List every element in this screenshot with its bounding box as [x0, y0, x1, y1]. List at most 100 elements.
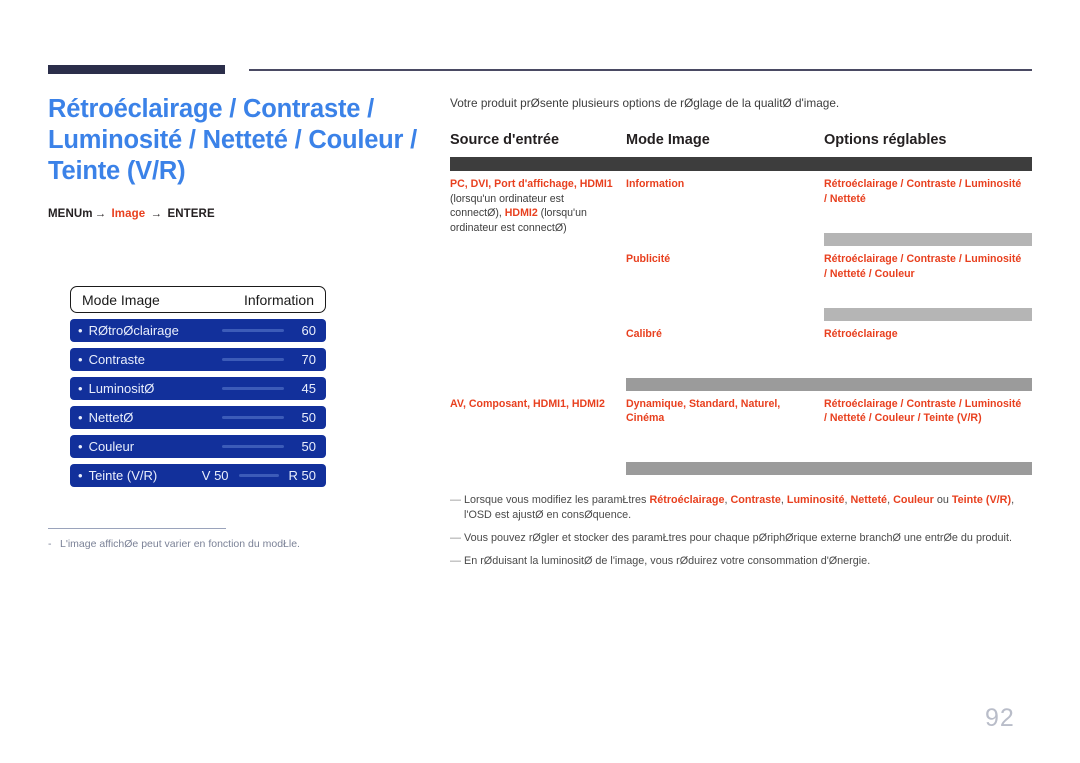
note-highlight: Couleur [893, 493, 934, 506]
osd-row-value: R 50 [288, 468, 316, 483]
mode-name: Publicité [626, 253, 671, 265]
mode-name: Dynamique, Standard, Naturel, Cinéma [626, 397, 781, 425]
osd-header-right-value: Information [243, 291, 314, 308]
osd-row-slider[interactable] [222, 445, 284, 448]
note-highlight: Netteté [850, 493, 888, 506]
column-header-source: Source d'entrée [450, 132, 560, 148]
osd-row[interactable]: • Teinte (V/R) V 50 R 50 [70, 464, 326, 487]
menu-button-glyph: m [82, 208, 93, 220]
osd-row[interactable]: • LuminositØ 45 [70, 377, 326, 400]
menu-path-image-label: Image [111, 208, 146, 220]
source-token: DVI [470, 178, 489, 190]
option-name: Rétroéclairage [824, 328, 898, 340]
intro-paragraph: Votre produit prØsente plusieurs options… [450, 96, 840, 110]
column-header-options: Options réglables [824, 132, 947, 148]
osd-row-value: 50 [301, 410, 316, 425]
source-token: PC [450, 178, 465, 190]
note-highlight: Rétroéclairage [649, 493, 725, 506]
osd-row[interactable]: • NettetØ 50 [70, 406, 326, 429]
cell-options: Rétroéclairage / Contraste / Luminosité … [824, 171, 1032, 212]
page-number: 92 [985, 704, 1015, 732]
note-text: En rØduisant la luminositØ de l'image, v… [464, 554, 1040, 569]
osd-row-slider[interactable] [222, 329, 284, 332]
notes-list: — Lorsque vous modifiez les paramŁtres Ré… [450, 493, 1040, 569]
osd-row-slider[interactable] [222, 416, 284, 419]
option-separator: / [955, 253, 965, 265]
osd-row-label: LuminositØ [88, 381, 155, 396]
source-token: HDMI2 [571, 397, 605, 410]
note-dash-icon: — [450, 554, 461, 567]
menu-path-arrow-2: → [150, 208, 163, 220]
osd-row-label: RØtroØclairage [88, 323, 179, 338]
option-name: Contraste [906, 397, 956, 410]
option-separator: / [865, 267, 875, 280]
note-item: — Lorsque vous modifiez les paramŁtres Ré… [450, 493, 1040, 523]
option-name: Contraste [906, 178, 956, 190]
cell-source: AV, Composant, HDMI1, HDMI2 [450, 391, 626, 475]
table-divider [450, 157, 1032, 171]
osd-row-list: • RØtroØclairage 60 • Contraste 70 • LuminositØ… [70, 319, 326, 487]
option-name: Netteté [829, 412, 866, 424]
cell-mode: Information [626, 171, 824, 212]
osd-row-label: Contraste [88, 352, 145, 367]
option-name: Netteté [829, 267, 866, 280]
footnote-dash: - [48, 538, 52, 550]
bullet-icon: • [78, 381, 83, 396]
left-column: Rétroéclairage / Contraste / Luminosité … [48, 94, 418, 220]
bullet-icon: • [78, 410, 83, 425]
osd-header-left-label: Mode Image [82, 291, 160, 308]
note-text: Lorsque vous modifiez les paramŁtres Rét… [464, 493, 1040, 523]
source-token: HDMI1 [579, 178, 613, 190]
cell-options: Rétroéclairage [824, 321, 1032, 348]
note-plain: En rØduisant la luminositØ de l'image, v… [464, 554, 871, 567]
cell-mode: Dynamique, Standard, Naturel, Cinéma [626, 391, 824, 432]
osd-row-value: 45 [301, 381, 316, 396]
cell-options: Rétroéclairage / Contraste / Luminosité … [824, 391, 1032, 432]
table-header-row: Source d'entrée Mode Image Options régla… [450, 132, 1032, 157]
source-token: Port d'affichage [494, 178, 574, 190]
page-title: Rétroéclairage / Contraste / Luminosité … [48, 95, 418, 185]
header-accent-bar [48, 65, 225, 74]
option-name: Couleur [874, 267, 915, 280]
note-item: — Vous pouvez rØgler et stocker des param… [450, 531, 1040, 546]
right-column: Votre produit prØsente plusieurs options… [450, 96, 1032, 577]
osd-row[interactable]: • RØtroØclairage 60 [70, 319, 326, 342]
osd-row-value: 70 [301, 352, 316, 367]
note-plain: ou [933, 493, 952, 506]
osd-row-value: 50 [301, 439, 316, 454]
option-name: Contraste [906, 253, 956, 265]
menu-path-breadcrumb: MENUm → Image → ENTERE [48, 208, 418, 220]
osd-menu-mockup: Mode Image Information • RØtroØclairage 60… [70, 286, 326, 487]
option-separator: / [955, 178, 965, 190]
option-name: Rétroéclairage [824, 397, 898, 410]
menu-path-arrow-1: → [94, 208, 107, 220]
osd-row-slider[interactable] [222, 387, 284, 390]
osd-row[interactable]: • Couleur 50 [70, 435, 326, 458]
note-item: — En rØduisant la luminositØ de l'image, … [450, 554, 1040, 569]
menu-path-menu-label: MENU [48, 208, 83, 220]
osd-row[interactable]: • Contraste 70 [70, 348, 326, 371]
osd-row-label: NettetØ [88, 410, 134, 425]
osd-row-slider[interactable] [238, 474, 279, 477]
source-token: HDMI1 [533, 397, 566, 410]
left-footnote: - L'image affichØe peut varier en foncti… [48, 538, 388, 550]
option-name: Rétroéclairage [824, 178, 898, 190]
osd-header-row: Mode Image Information [70, 286, 326, 313]
source-token: AV [450, 397, 463, 410]
cell-source: PC, DVI, Port d'affichage, HDMI1 (lorsqu… [450, 171, 626, 391]
table-row: PC, DVI, Port d'affichage, HDMI1 (lorsqu… [450, 171, 1032, 234]
option-name: Luminosité [964, 253, 1022, 265]
header-divider-line [249, 69, 1032, 71]
osd-row-value: 60 [301, 323, 316, 338]
source-token: HDMI2 [504, 207, 538, 219]
bullet-icon: • [78, 323, 83, 338]
option-name: Luminosité [964, 178, 1022, 190]
mode-name: Information [626, 178, 685, 190]
source-token: Composant [468, 397, 528, 410]
option-separator: / [865, 412, 875, 424]
note-dash-icon: — [450, 531, 461, 544]
note-plain: Vous pouvez rØgler et stocker des paramŁ… [464, 531, 1012, 544]
bullet-icon: • [78, 352, 83, 367]
osd-row-slider[interactable] [222, 358, 284, 361]
option-name: Luminosité [964, 397, 1022, 410]
